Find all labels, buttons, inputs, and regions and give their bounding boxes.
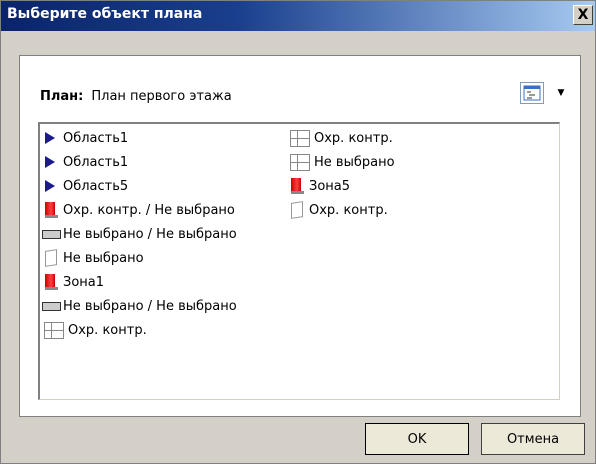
guard-panel-icon [290,153,310,171]
view-mode-dropdown[interactable]: ▼ [554,84,568,102]
list-item[interactable]: Область5 [42,174,282,198]
content-panel: План: План первого этажа ▼ Область1 Обла… [19,55,581,417]
button-bar: OK Отмена [1,423,595,463]
close-button[interactable]: X [573,5,593,25]
list-item-label: Не выбрано / Не выбрано [63,226,237,242]
list-item[interactable]: Охр. контр. [288,126,428,150]
list-item-label: Область1 [63,130,129,146]
reader-icon [42,297,62,315]
list-item[interactable]: Охр. контр. [42,318,282,342]
list-item-label: Не выбрано [63,250,144,266]
list-item[interactable]: Зона1 [42,270,282,294]
plan-value: План первого этажа [91,88,232,104]
list-item-label: Область1 [63,154,129,170]
guard-panel-icon [44,321,64,339]
list-item[interactable]: Охр. контр. / Не выбрано [42,198,282,222]
dialog-window: Выберите объект плана X План: План перво… [0,0,596,464]
area-icon [42,129,60,147]
list-item-label: Не выбрано [314,154,395,170]
list-item-label: Охр. контр. / Не выбрано [63,202,235,218]
list-item[interactable]: Не выбрано [42,246,282,270]
list-column-1: Область1 Область1 Область5 Охр. контр. /… [42,126,282,342]
list-item-label: Не выбрано / Не выбрано [63,298,237,314]
plan-label: План: [40,88,84,104]
close-icon: X [577,7,589,23]
list-item[interactable]: Не выбрано / Не выбрано [42,222,282,246]
ok-button[interactable]: OK [365,423,469,455]
zone-icon [42,201,60,219]
cancel-button[interactable]: Отмена [481,423,585,455]
list-view-icon [523,85,541,101]
object-list[interactable]: Область1 Область1 Область5 Охр. контр. /… [38,122,560,400]
reader-icon [42,225,62,243]
list-item-label: Зона1 [63,274,105,290]
empty-icon [42,249,60,267]
view-mode-button[interactable] [520,82,544,104]
guard-panel-icon [290,129,310,147]
zone-icon [42,273,60,291]
plan-row: План: План первого этажа [40,86,232,106]
chevron-down-icon: ▼ [557,88,565,98]
list-item[interactable]: Область1 [42,126,282,150]
list-item[interactable]: Не выбрано / Не выбрано [42,294,282,318]
list-item[interactable]: Охр. контр. [288,198,428,222]
list-item-label: Охр. контр. [68,322,147,338]
list-item[interactable]: Зона5 [288,174,428,198]
list-item-label: Область5 [63,178,129,194]
area-icon [42,153,60,171]
list-column-2: Охр. контр. Не выбрано Зона5 Охр. контр. [288,126,428,222]
empty-icon [288,201,306,219]
zone-icon [288,177,306,195]
dialog-title: Выберите объект плана [7,6,203,22]
list-item-label: Охр. контр. [314,130,393,146]
list-item-label: Охр. контр. [309,202,388,218]
title-bar[interactable]: Выберите объект плана X [1,1,595,31]
list-item[interactable]: Не выбрано [288,150,428,174]
list-item-label: Зона5 [309,178,351,194]
list-item[interactable]: Область1 [42,150,282,174]
area-icon [42,177,60,195]
